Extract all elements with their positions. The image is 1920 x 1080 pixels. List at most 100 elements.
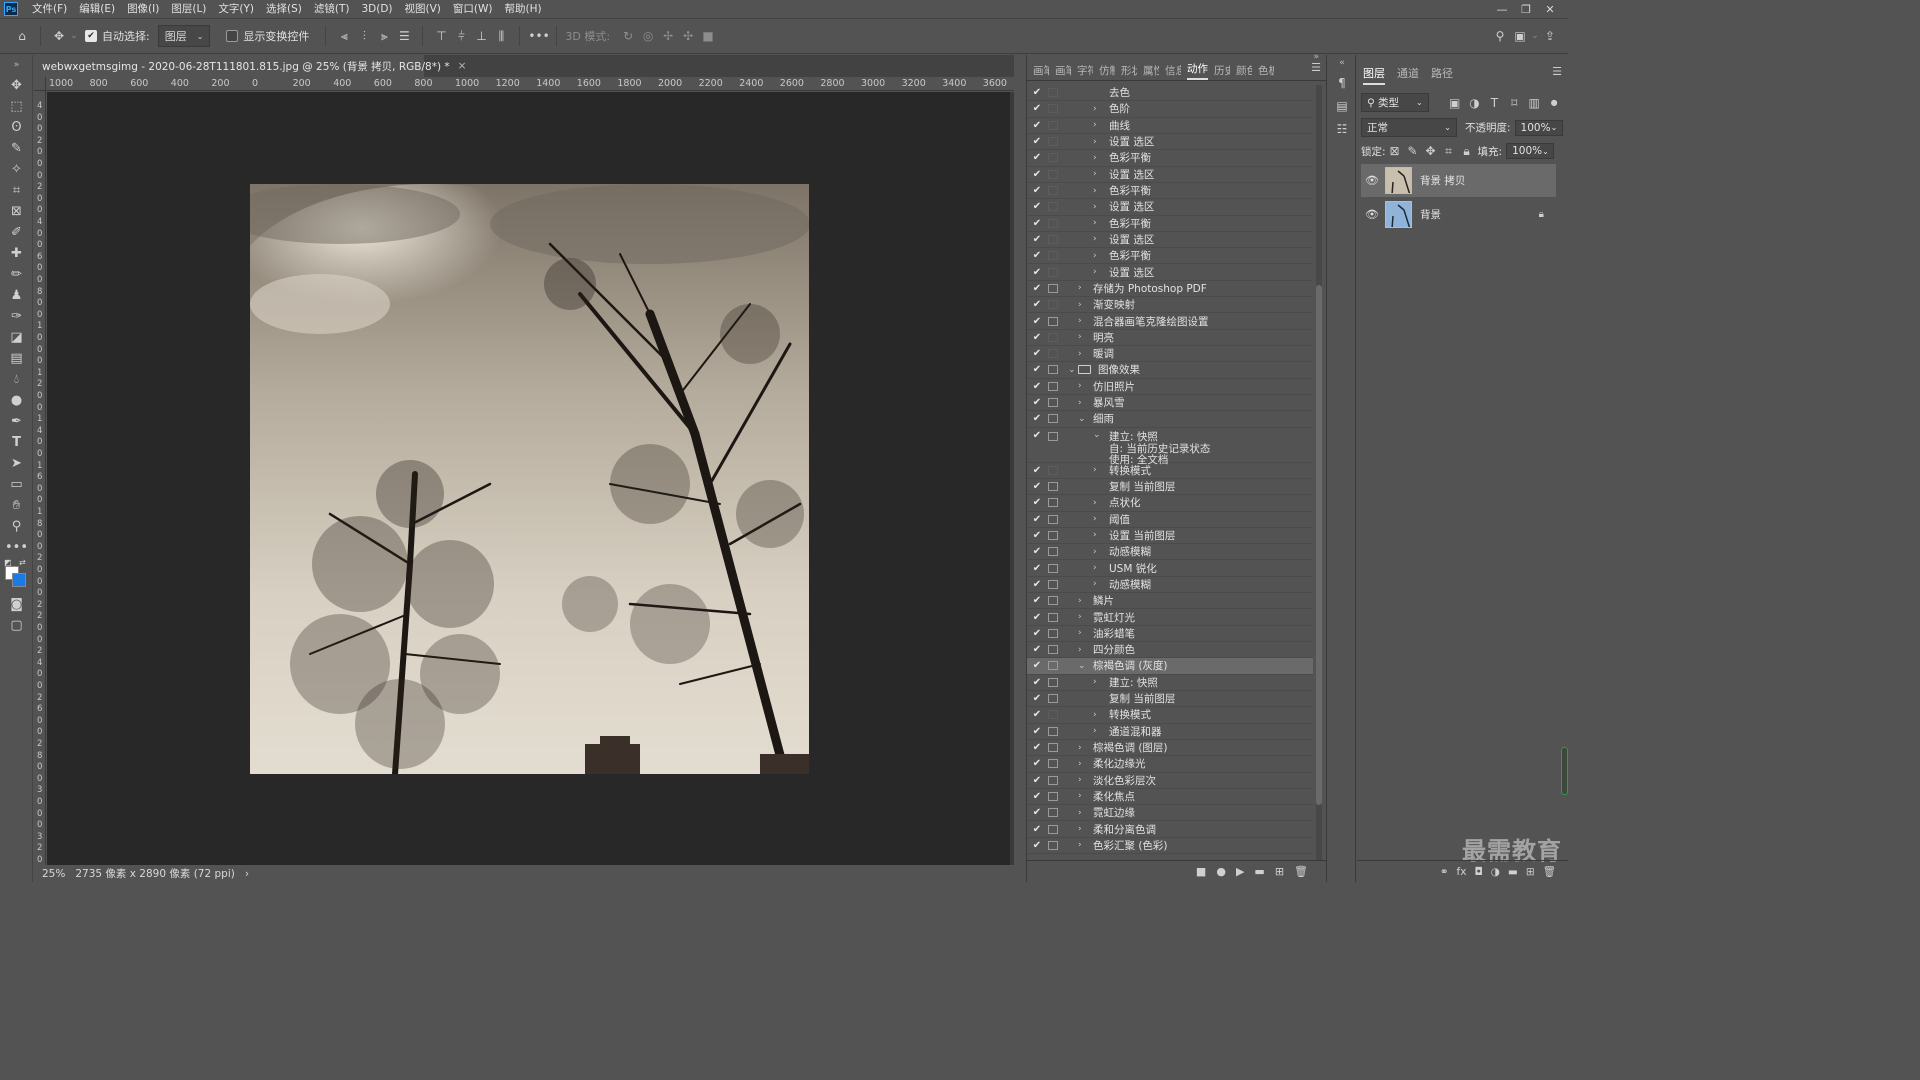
auto-select-option[interactable]: ✔ 自动选择: bbox=[85, 28, 150, 44]
action-row[interactable]: ✔ › 存储为 Photoshop PDF bbox=[1027, 281, 1313, 298]
action-row[interactable]: ✔ › 混合器画笔克隆绘图设置 bbox=[1027, 313, 1313, 330]
action-toggle-check-icon[interactable]: ✔ bbox=[1031, 185, 1043, 196]
action-toggle-check-icon[interactable]: ✔ bbox=[1031, 726, 1043, 737]
marquee-tool-icon[interactable]: ⬚ bbox=[0, 96, 33, 117]
dialog-toggle-icon[interactable] bbox=[1048, 431, 1058, 441]
menu-window[interactable]: 窗口(W) bbox=[447, 0, 499, 18]
layer-filter-dropdown[interactable]: ⚲ 类型 ⌄ bbox=[1361, 93, 1429, 112]
dialog-toggle-icon[interactable] bbox=[1048, 726, 1058, 736]
dialog-toggle-icon[interactable] bbox=[1048, 482, 1058, 492]
action-toggle-check-icon[interactable]: ✔ bbox=[1031, 234, 1043, 245]
chevron-right-icon[interactable]: › bbox=[1093, 267, 1097, 277]
action-row[interactable]: ✔ › 四分颜色 bbox=[1027, 642, 1313, 659]
link-layers-icon[interactable]: ⚭ bbox=[1440, 866, 1449, 878]
dialog-toggle-icon[interactable] bbox=[1048, 563, 1058, 573]
dialog-toggle-icon[interactable] bbox=[1048, 775, 1058, 785]
actions-panel-tab[interactable]: 信息 bbox=[1165, 63, 1181, 78]
filter-adjustment-icon[interactable]: ◑ bbox=[1465, 96, 1485, 110]
distribute-h-icon[interactable]: ☰ bbox=[394, 29, 414, 43]
action-row[interactable]: ✔ 复制 当前图层 bbox=[1027, 479, 1313, 496]
fill-input[interactable]: 100% ⌄ bbox=[1506, 143, 1555, 159]
libraries-panel-icon[interactable]: ▤ bbox=[1327, 94, 1357, 117]
visibility-eye-icon[interactable]: 👁︎ bbox=[1361, 174, 1383, 187]
visibility-eye-icon[interactable]: 👁︎ bbox=[1361, 208, 1383, 221]
menu-select[interactable]: 选择(S) bbox=[260, 0, 308, 18]
action-toggle-check-icon[interactable]: ✔ bbox=[1031, 283, 1043, 294]
menu-3d[interactable]: 3D(D) bbox=[355, 0, 398, 18]
action-row[interactable]: ✔ › 棕褐色调 (图层) bbox=[1027, 740, 1313, 757]
dialog-toggle-icon[interactable] bbox=[1048, 104, 1058, 114]
action-toggle-check-icon[interactable]: ✔ bbox=[1031, 644, 1043, 655]
chevron-down-icon[interactable]: ⌄ bbox=[1068, 365, 1076, 375]
healing-tool-icon[interactable]: ✚ bbox=[0, 243, 33, 264]
dialog-toggle-icon[interactable] bbox=[1048, 612, 1058, 622]
action-toggle-check-icon[interactable]: ✔ bbox=[1031, 612, 1043, 623]
canvas-scrollbar[interactable] bbox=[1010, 92, 1014, 865]
3d-pan-icon[interactable]: ✢ bbox=[658, 29, 678, 43]
action-row[interactable]: ✔ › 设置 选区 bbox=[1027, 134, 1313, 151]
dialog-toggle-icon[interactable] bbox=[1048, 398, 1058, 408]
action-row[interactable]: ✔ › 暴风雪 bbox=[1027, 395, 1313, 412]
action-row[interactable]: ✔ › 转换模式 bbox=[1027, 707, 1313, 724]
action-toggle-check-icon[interactable]: ✔ bbox=[1031, 413, 1043, 424]
chevron-down-icon[interactable]: ⌄ bbox=[1078, 661, 1086, 671]
dialog-toggle-icon[interactable] bbox=[1048, 677, 1058, 687]
frame-tool-icon[interactable]: ⊠ bbox=[0, 201, 33, 222]
action-toggle-check-icon[interactable]: ✔ bbox=[1031, 169, 1043, 180]
menu-filter[interactable]: 滤镜(T) bbox=[308, 0, 356, 18]
chevron-right-icon[interactable]: › bbox=[1093, 726, 1097, 736]
action-toggle-check-icon[interactable]: ✔ bbox=[1031, 430, 1043, 441]
auto-select-target-dropdown[interactable]: 图层 ⌄ bbox=[157, 25, 211, 47]
actions-panel-tab[interactable]: 属性 bbox=[1143, 63, 1159, 78]
action-row[interactable]: ✔ › 动感模糊 bbox=[1027, 577, 1313, 594]
color-swatches[interactable]: ◩ ⇄ bbox=[0, 558, 33, 594]
dialog-toggle-icon[interactable] bbox=[1048, 202, 1058, 212]
chevron-right-icon[interactable]: › bbox=[1093, 153, 1097, 163]
menu-image[interactable]: 图像(I) bbox=[121, 0, 165, 18]
dialog-toggle-icon[interactable] bbox=[1048, 514, 1058, 524]
chevron-right-icon[interactable]: › bbox=[1078, 743, 1082, 753]
action-toggle-check-icon[interactable]: ✔ bbox=[1031, 364, 1043, 375]
dialog-toggle-icon[interactable] bbox=[1048, 381, 1058, 391]
action-toggle-check-icon[interactable]: ✔ bbox=[1031, 824, 1043, 835]
minimize-icon[interactable]: — bbox=[1490, 3, 1514, 16]
chevron-right-icon[interactable]: › bbox=[1093, 169, 1097, 179]
eyedropper-tool-icon[interactable]: ✐ bbox=[0, 222, 33, 243]
dialog-toggle-icon[interactable] bbox=[1048, 596, 1058, 606]
action-row[interactable]: ✔ ⌄ 建立: 快照 自: 当前历史记录状态 使用: 全文档 bbox=[1027, 428, 1313, 466]
dialog-toggle-icon[interactable] bbox=[1048, 465, 1058, 475]
action-row[interactable]: ✔ ⌄ 图像效果 bbox=[1027, 362, 1313, 379]
action-row[interactable]: ✔ › 色彩平衡 bbox=[1027, 248, 1313, 265]
chevron-right-icon[interactable]: › bbox=[1078, 381, 1082, 391]
chevron-right-icon[interactable]: › bbox=[1093, 547, 1097, 557]
action-toggle-check-icon[interactable]: ✔ bbox=[1031, 87, 1043, 98]
action-row[interactable]: ✔ › 色阶 bbox=[1027, 101, 1313, 118]
chevron-right-icon[interactable]: › bbox=[1093, 530, 1097, 540]
chevron-down-icon[interactable]: ⌄ bbox=[1530, 31, 1540, 41]
search-icon[interactable]: ⚲ bbox=[1490, 29, 1510, 43]
background-color-swatch[interactable] bbox=[12, 573, 26, 587]
action-row[interactable]: ✔ › 动感模糊 bbox=[1027, 544, 1313, 561]
chevron-right-icon[interactable]: › bbox=[1078, 398, 1082, 408]
move-tool-preset-icon[interactable]: ✥ bbox=[49, 29, 69, 43]
dialog-toggle-icon[interactable] bbox=[1048, 234, 1058, 244]
actions-panel-tab[interactable]: 历史 bbox=[1214, 63, 1230, 78]
share-icon[interactable]: ⇪ bbox=[1540, 29, 1560, 43]
dialog-toggle-icon[interactable] bbox=[1048, 579, 1058, 589]
dialog-toggle-icon[interactable] bbox=[1048, 498, 1058, 508]
action-row[interactable]: ✔ › 柔化焦点 bbox=[1027, 789, 1313, 806]
menu-file[interactable]: 文件(F) bbox=[26, 0, 73, 18]
actions-panel-tab[interactable]: 画笔 bbox=[1055, 63, 1071, 78]
chevron-right-icon[interactable]: › bbox=[1078, 791, 1082, 801]
layer-background[interactable]: 👁︎ 背景 🔒︎ bbox=[1361, 198, 1556, 231]
action-row[interactable]: ✔ › 设置 当前图层 bbox=[1027, 528, 1313, 545]
adjustment-layer-icon[interactable]: ◑ bbox=[1491, 866, 1500, 878]
paragraph-panel-icon[interactable]: ¶ bbox=[1327, 71, 1357, 94]
chevron-right-icon[interactable]: › bbox=[1093, 563, 1097, 573]
menu-help[interactable]: 帮助(H) bbox=[499, 0, 548, 18]
stop-icon[interactable]: ■ bbox=[1196, 865, 1206, 878]
chevron-right-icon[interactable]: › bbox=[1093, 579, 1097, 589]
align-middle-icon[interactable]: ⫩ bbox=[451, 29, 471, 44]
action-toggle-check-icon[interactable]: ✔ bbox=[1031, 397, 1043, 408]
action-toggle-check-icon[interactable]: ✔ bbox=[1031, 201, 1043, 212]
